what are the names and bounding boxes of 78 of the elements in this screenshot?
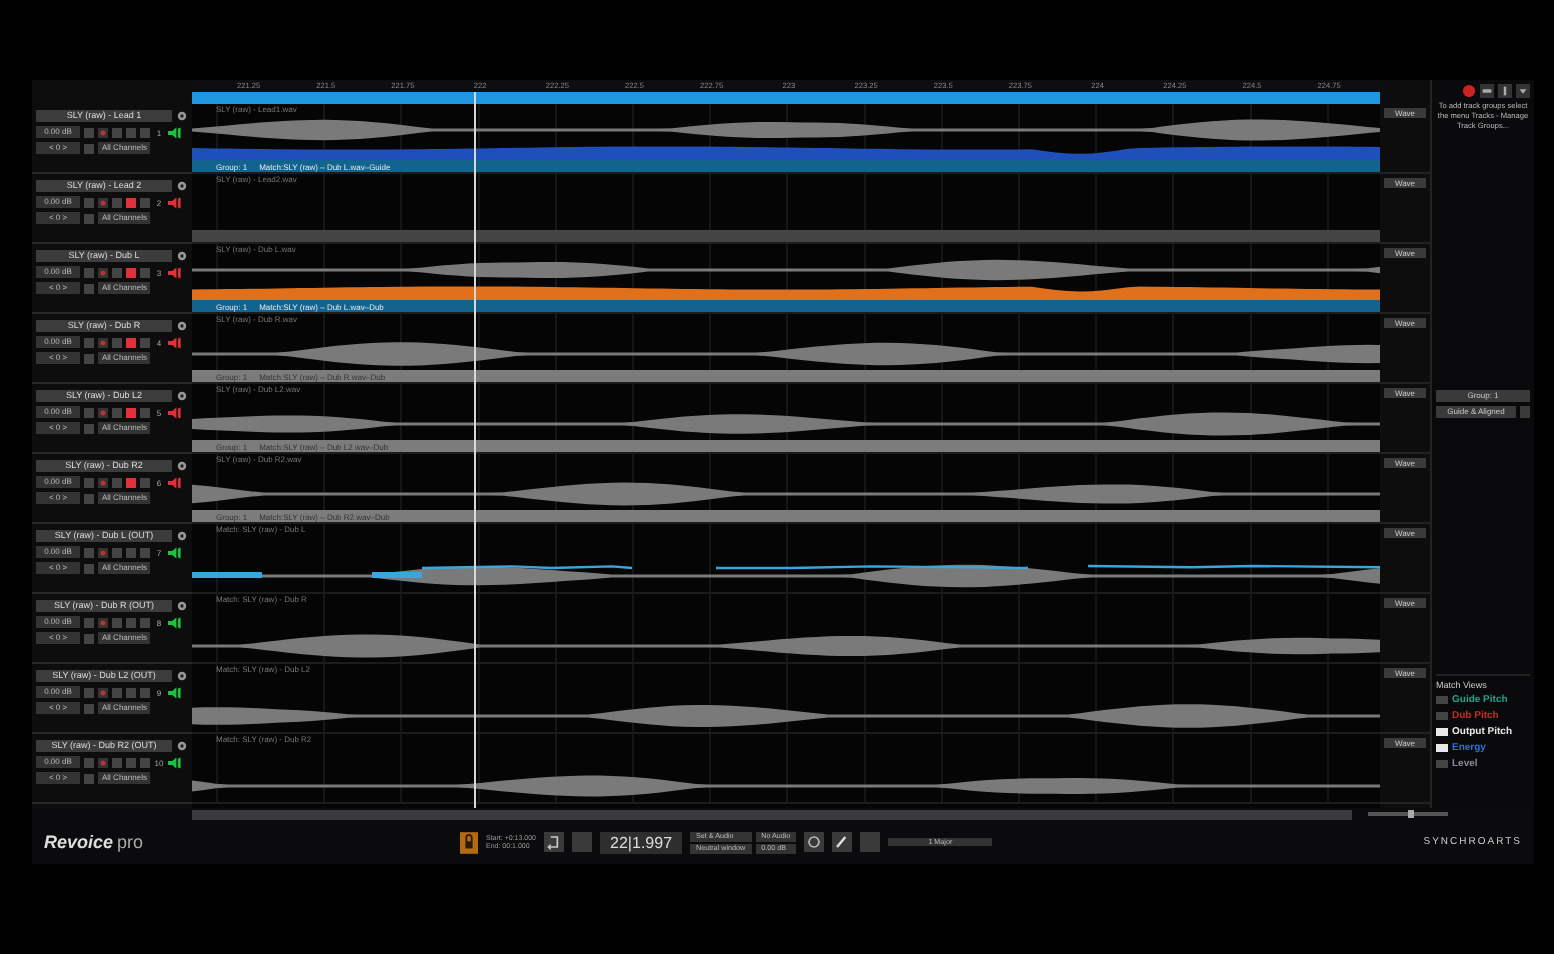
solo-button[interactable] [140,267,150,277]
toggle-button[interactable] [112,477,122,487]
solo-button[interactable] [140,617,150,627]
mute-button[interactable] [126,477,136,487]
lock-icon[interactable] [460,831,478,853]
record-icon[interactable] [98,197,108,207]
record-icon[interactable] [98,687,108,697]
mute-button[interactable] [126,407,136,417]
toggle-button[interactable] [112,547,122,557]
mute-button[interactable] [126,267,136,277]
settings-icon[interactable] [176,670,188,682]
solo-button[interactable] [140,337,150,347]
toggle-button[interactable] [112,127,122,137]
toggle-button[interactable] [112,687,122,697]
logo-text: Revoice [44,832,114,852]
view-toggle[interactable] [1436,728,1448,736]
settings-icon[interactable] [176,530,188,542]
speaker-icon[interactable] [168,335,182,349]
speaker-icon[interactable] [168,615,182,629]
speaker-icon[interactable] [168,125,182,139]
view-toggle[interactable] [1436,696,1448,704]
solo-button[interactable] [140,477,150,487]
record-icon[interactable] [98,757,108,767]
mute-button[interactable] [126,757,136,767]
zoom-thumb[interactable] [1407,810,1414,818]
solo-button[interactable] [140,547,150,557]
settings-icon[interactable] [176,740,188,752]
toggle-button[interactable] [112,757,122,767]
undo-icon[interactable] [544,832,565,852]
solo-button[interactable] [140,407,150,417]
speaker-icon[interactable] [168,405,182,419]
toggle-button[interactable] [112,337,122,347]
settings-icon[interactable] [176,600,188,612]
record-icon[interactable] [98,127,108,137]
toggle-button[interactable] [112,617,122,627]
mute-button[interactable] [126,337,136,347]
toggle-button[interactable] [112,197,122,207]
view-toggle[interactable] [1436,744,1448,752]
small-button[interactable] [1520,405,1530,417]
toolbar-button[interactable] [572,832,593,852]
mute-button[interactable] [126,197,136,207]
speaker-icon[interactable] [168,195,182,209]
record-icon[interactable] [98,477,108,487]
settings-icon[interactable] [176,110,188,122]
record-icon[interactable] [1462,84,1476,98]
record-icon[interactable] [98,337,108,347]
toggle-button[interactable] [112,407,122,417]
record-icon[interactable] [98,617,108,627]
horizontal-scrollbar[interactable] [192,809,1352,819]
time-display: 22|1.997 [600,831,683,853]
menu-icon[interactable] [1516,84,1530,98]
speaker-icon[interactable] [168,685,182,699]
toggle-button[interactable] [112,267,122,277]
logo-suffix: pro [117,832,144,852]
settings-icon[interactable] [176,390,188,402]
speaker-icon[interactable] [168,545,182,559]
solo-button[interactable] [140,757,150,767]
record-icon[interactable] [98,267,108,277]
mute-button[interactable] [126,547,136,557]
settings-icon[interactable] [176,250,188,262]
settings-icon[interactable] [176,460,188,472]
pencil-icon[interactable] [832,832,853,852]
view-toggle[interactable] [1436,712,1448,720]
speaker-icon[interactable] [168,755,182,769]
solo-button[interactable] [140,127,150,137]
mute-button[interactable] [126,127,136,137]
settings-icon[interactable] [176,180,188,192]
view-toggle[interactable] [1436,760,1448,768]
speaker-icon[interactable] [168,475,182,489]
record-icon[interactable] [98,547,108,557]
speaker-icon[interactable] [168,265,182,279]
solo-button[interactable] [140,197,150,207]
toolbar-button[interactable] [860,832,881,852]
record-icon[interactable] [98,407,108,417]
mute-button[interactable] [126,687,136,697]
solo-button[interactable] [140,687,150,697]
settings-icon[interactable] [176,320,188,332]
mute-button[interactable] [126,617,136,627]
